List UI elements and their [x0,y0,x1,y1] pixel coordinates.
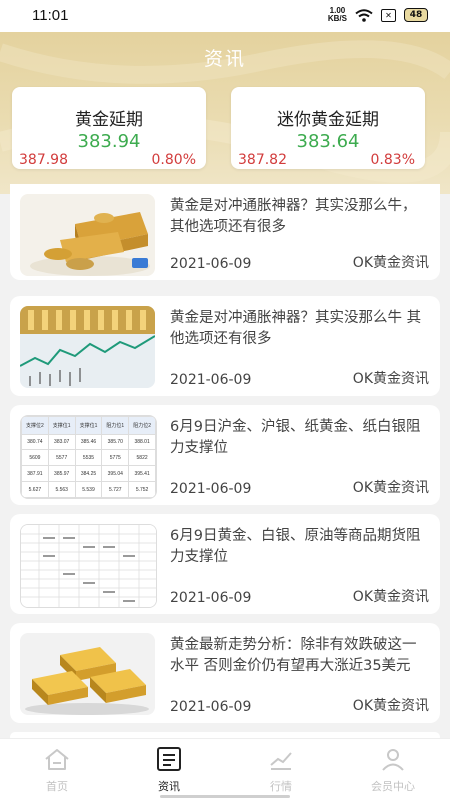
tab-label: 首页 [46,780,68,793]
news-thumbnail-futures-table [20,524,157,608]
news-title: 黄金最新走势分析：除非有效跌破这一水平 否则金价仍有望再大涨近35美元 [170,637,417,674]
quote-price: 383.64 [296,131,360,152]
quote-change-pct: 0.80% [151,152,196,168]
table-cell: 支撑位2 [21,416,49,435]
news-title: 6月9日沪金、沪银、纸黄金、纸白银阻力支撑位 [170,419,421,456]
home-icon [45,749,69,770]
member-icon [382,749,404,771]
no-sim-icon: ✕ [381,8,396,22]
news-item[interactable]: 支撑位2 支撑位1 支撑位1 阻力位1 阻力位2 380.74 383.07 3… [10,405,440,505]
news-date: 2021-06-09 [170,256,252,272]
network-speed: 1.00 KB/S [328,7,347,23]
tab-label: 资讯 [158,780,180,793]
quote-base-price: 387.82 [238,152,287,168]
table-cell: 385.46 [74,433,103,451]
table-cell: 395.41 [128,465,156,483]
table-cell: 395.04 [101,465,130,483]
table-cell: 5822 [128,449,156,467]
quote-base-price: 387.98 [19,152,68,168]
news-title: 6月9日黄金、白银、原油等商品期货阻力支撑位 [170,528,421,565]
news-title: 黄金是对冲通胀神器？其实没那么牛 其他选项还有很多 [170,310,422,347]
news-thumbnail-gold-coins [20,194,155,276]
quote-price: 383.94 [77,131,141,152]
table-cell: 380.74 [21,433,49,451]
tab-label: 行情 [270,780,292,793]
table-cell: 阻力位1 [101,416,130,435]
news-date: 2021-06-09 [170,699,252,715]
news-source: OK黄金资讯 [352,480,429,496]
quote-name: 黄金延期 [75,110,143,130]
chart-icon [270,752,292,770]
news-thumbnail-gold-bars [20,633,155,715]
home-indicator [160,795,290,798]
news-item[interactable]: 黄金是对冲通胀神器？其实没那么牛 其他选项还有很多 2021-06-09 OK黄… [10,296,440,396]
table-cell: 5.727 [101,481,130,498]
quote-card-gold-td[interactable]: 黄金延期 383.94 387.98 0.80% [12,87,206,169]
quote-change-pct: 0.83% [370,152,415,168]
tab-home[interactable]: 首页 [12,747,102,794]
bottom-tab-bar: 首页 资讯 行情 会员中心 [0,738,450,801]
table-cell: 5.752 [128,481,156,498]
status-bar: 11:01 1.00 KB/S ✕ 48 [0,0,450,32]
tab-label: 会员中心 [371,780,415,793]
news-source: OK黄金资讯 [352,371,429,387]
news-date: 2021-06-09 [170,481,252,497]
table-cell: 383.07 [47,433,76,451]
table-cell: 5535 [74,449,103,467]
page-title: 资讯 [203,48,246,70]
table-cell: 387.91 [21,465,49,483]
table-cell: 384.25 [74,465,103,483]
news-icon [157,747,181,771]
wifi-icon [355,8,373,22]
news-item[interactable]: 黄金是对冲通胀神器？其实没那么牛，其他选项还有很多 2021-06-09 OK黄… [10,184,440,280]
table-cell: 5.539 [74,481,103,498]
news-source: OK黄金资讯 [352,255,429,271]
news-item[interactable]: 6月9日黄金、白银、原油等商品期货阻力支撑位 2021-06-09 OK黄金资讯 [10,514,440,614]
tab-market[interactable]: 行情 [236,747,326,794]
table-cell: 5.627 [21,481,49,498]
battery-icon: 48 [404,8,428,22]
net-speed-unit: KB/S [327,14,347,23]
news-date: 2021-06-09 [170,590,252,606]
news-title: 黄金是对冲通胀神器？其实没那么牛，其他选项还有很多 [170,198,417,235]
table-cell: 5775 [101,449,130,467]
quote-name: 迷你黄金延期 [277,110,379,130]
table-cell: 5577 [47,449,76,467]
news-thumbnail-price-table: 支撑位2 支撑位1 支撑位1 阻力位1 阻力位2 380.74 383.07 3… [20,415,157,499]
tab-news[interactable]: 资讯 [124,747,214,794]
status-time: 11:01 [32,7,69,24]
table-cell: 5.563 [47,481,76,498]
table-cell: 385.97 [47,465,76,483]
status-icons: 1.00 KB/S ✕ 48 [328,7,428,23]
table-cell: 5609 [21,449,49,467]
news-date: 2021-06-09 [170,372,252,388]
table-cell: 385.70 [101,433,130,451]
news-source: OK黄金资讯 [352,589,429,605]
news-thumbnail-abacus-chart [20,306,155,388]
news-source: OK黄金资讯 [352,698,429,714]
table-cell: 阻力位2 [128,416,156,435]
table-cell: 388.01 [128,433,156,451]
tab-member-center[interactable]: 会员中心 [348,747,438,794]
table-cell: 支撑位1 [74,416,103,435]
news-item[interactable]: 黄金最新走势分析：除非有效跌破这一水平 否则金价仍有望再大涨近35美元 2021… [10,623,440,723]
quote-card-mini-gold-td[interactable]: 迷你黄金延期 383.64 387.82 0.83% [231,87,425,169]
table-cell: 支撑位1 [47,416,76,435]
